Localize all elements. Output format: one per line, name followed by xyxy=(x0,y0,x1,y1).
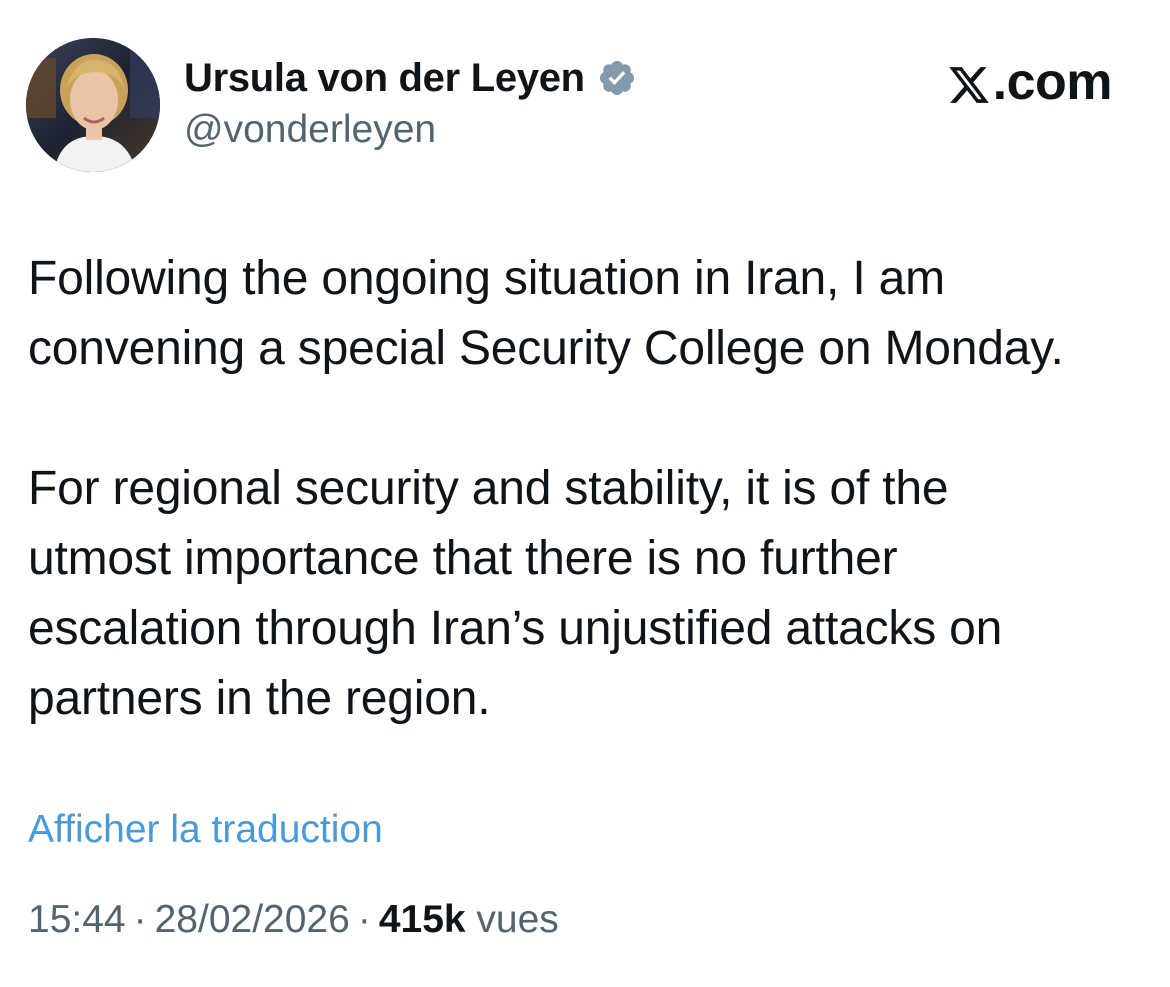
author-block: Ursula von der Leyen @vonderleyen xyxy=(184,54,637,152)
tweet-line: partners in the region. xyxy=(28,672,491,725)
tweet-line: For regional security and stability, it … xyxy=(28,462,949,515)
separator-dot: · xyxy=(133,898,147,941)
tweet-date[interactable]: 28/02/2026 xyxy=(155,898,350,941)
verified-badge-icon[interactable] xyxy=(597,58,637,98)
separator-dot: · xyxy=(357,898,371,941)
tweet-line: Following the ongoing situation in Iran,… xyxy=(28,252,945,305)
translate-link[interactable]: Afficher la traduction xyxy=(28,808,383,852)
author-handle[interactable]: @vonderleyen xyxy=(184,108,637,152)
x-logo-icon xyxy=(947,60,991,104)
tweet-paragraph-1: Following the ongoing situation in Iran,… xyxy=(28,244,1148,384)
tweet-time[interactable]: 15:44 xyxy=(28,898,126,941)
brand-watermark: .com xyxy=(947,52,1113,112)
views-count[interactable]: 415k xyxy=(379,898,466,941)
tweet-line: utmost importance that there is no furth… xyxy=(28,532,898,585)
tweet-line: escalation through Iran’s unjustified at… xyxy=(28,602,1003,655)
tweet-card: Ursula von der Leyen @vonderleyen .com F… xyxy=(0,0,1170,987)
brand-suffix: .com xyxy=(992,53,1113,111)
author-name-row: Ursula von der Leyen xyxy=(184,54,637,102)
author-name[interactable]: Ursula von der Leyen xyxy=(184,56,585,101)
avatar[interactable] xyxy=(26,38,160,172)
views-label: vues xyxy=(476,898,559,941)
tweet-line: convening a special Security College on … xyxy=(28,322,1064,375)
tweet-metadata: 15:44 · 28/02/2026 · 415k vues xyxy=(28,898,559,942)
tweet-paragraph-2: For regional security and stability, it … xyxy=(28,454,1148,734)
avatar-photo xyxy=(26,38,160,172)
